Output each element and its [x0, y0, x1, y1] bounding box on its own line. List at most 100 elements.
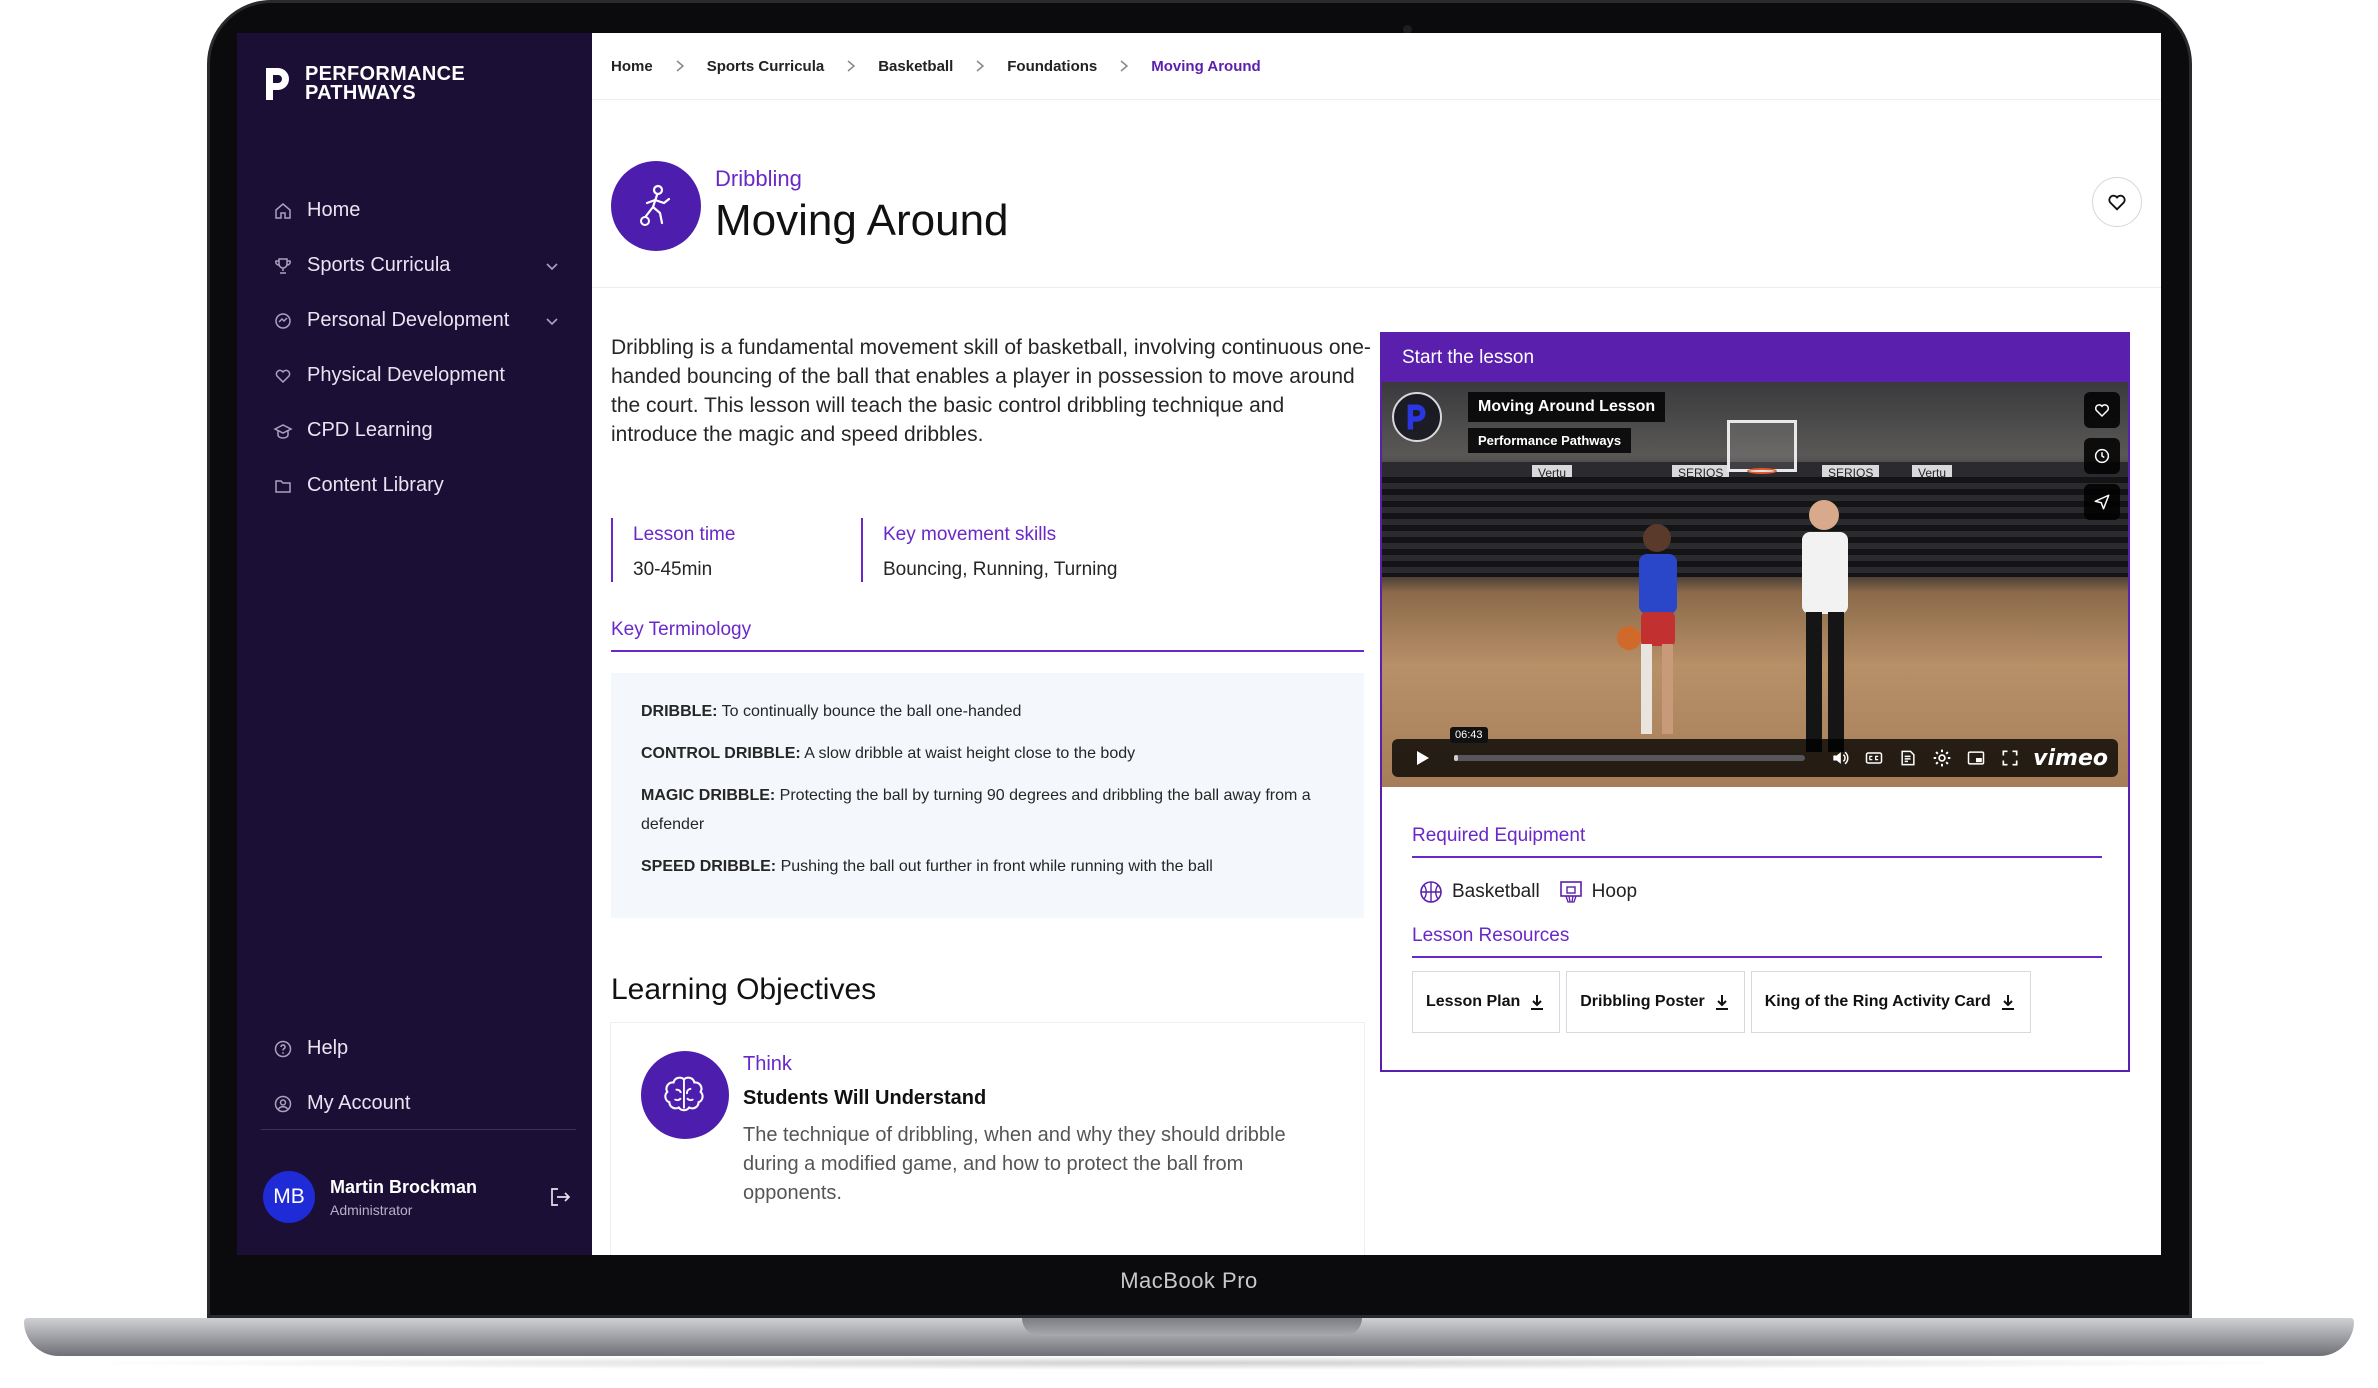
settings-gear-icon[interactable]	[1929, 745, 1955, 771]
video-byline[interactable]: Performance Pathways	[1468, 428, 1632, 453]
fullscreen-icon[interactable]	[1997, 745, 2023, 771]
term-text: Pushing the ball out further in front wh…	[780, 858, 1213, 875]
breadcrumb-item-sports-curricula[interactable]: Sports Curricula	[707, 58, 825, 75]
key-movement-skills: Key movement skills Bouncing, Running, T…	[861, 518, 1161, 582]
sidebar-item-label: Content Library	[307, 474, 444, 496]
transcript-icon[interactable]	[1895, 745, 1921, 771]
device-label: MacBook Pro	[1120, 1268, 1258, 1293]
sidebar-item-label: Home	[307, 199, 361, 221]
download-icon	[1999, 993, 2017, 1011]
favourite-button[interactable]	[2092, 177, 2142, 227]
equipment-item: Hoop	[1558, 879, 1637, 905]
sidebar-item-label: Personal Development	[307, 309, 510, 331]
lesson-header: Dribbling Moving Around	[592, 100, 2161, 288]
lesson-intro: Dribbling is a fundamental movement skil…	[611, 336, 1371, 446]
user-role: Administrator	[330, 1201, 413, 1218]
chevron-right-icon	[1117, 59, 1131, 73]
user-meta: Martin Brockman Administrator	[330, 1177, 547, 1218]
trophy-icon	[273, 256, 293, 276]
logout-icon[interactable]	[547, 1184, 573, 1210]
lesson-facts: Lesson time 30-45min Key movement skills…	[611, 518, 1161, 582]
channel-logo-icon[interactable]	[1392, 392, 1442, 442]
account-icon	[273, 1094, 293, 1114]
chevron-right-icon	[844, 59, 858, 73]
folder-icon	[273, 476, 293, 496]
term-key: SPEED DRIBBLE:	[641, 858, 777, 875]
resource-label: Lesson Plan	[1426, 993, 1521, 1010]
download-icon	[1528, 993, 1546, 1011]
resource-list: Lesson Plan Dribbling Poster King of the…	[1412, 971, 2031, 1033]
volume-icon[interactable]	[1827, 745, 1853, 771]
video-like-button[interactable]	[2084, 392, 2120, 428]
video-player[interactable]: Vertu SERIOS SERIOS Vertu Moving Around …	[1382, 382, 2128, 787]
brand-line-2: PATHWAYS	[305, 82, 416, 104]
player-figure	[1617, 524, 1677, 734]
chevron-down-icon[interactable]	[544, 313, 560, 329]
skills-value: Bouncing, Running, Turning	[883, 559, 1118, 580]
logo-mark-icon	[266, 68, 289, 100]
breadcrumb-item-home[interactable]: Home	[611, 58, 653, 75]
sidebar-item-physical-development[interactable]: Physical Development	[237, 348, 592, 403]
play-icon	[1417, 751, 1429, 765]
avatar[interactable]: MB	[263, 1171, 315, 1223]
skills-label: Key movement skills	[883, 524, 1057, 545]
hoop-backboard	[1727, 420, 1797, 472]
video-controls: 06:43 vimeo	[1392, 727, 2118, 777]
lesson-time-value: 30-45min	[633, 559, 713, 580]
start-lesson-header: Start the lesson	[1382, 334, 2128, 382]
sidebar-item-help[interactable]: Help	[237, 1021, 592, 1076]
sidebar-item-content-library[interactable]: Content Library	[237, 458, 592, 513]
chevron-down-icon[interactable]	[544, 258, 560, 274]
progress-bar[interactable]: 06:43	[1450, 727, 1806, 761]
laptop-shadow	[60, 1356, 2318, 1370]
coach-figure	[1802, 500, 1848, 752]
objective-card: Think Students Will Understand The techn…	[611, 1023, 1364, 1255]
send-icon	[2094, 494, 2110, 510]
help-icon	[273, 1039, 293, 1059]
play-button[interactable]	[1398, 743, 1446, 773]
screen: PERFORMANCE PATHWAYS Home Sports Curricu…	[237, 33, 2161, 1255]
sidebar-bottom-nav: Help My Account	[237, 1021, 592, 1131]
download-lesson-plan-button[interactable]: Lesson Plan	[1412, 971, 1561, 1033]
term-item: SPEED DRIBBLE: Pushing the ball out furt…	[641, 852, 1334, 881]
main-content: Home Sports Curricula Basketball Foundat…	[592, 33, 2161, 1255]
sidebar: PERFORMANCE PATHWAYS Home Sports Curricu…	[237, 33, 592, 1255]
captions-icon[interactable]	[1861, 745, 1887, 771]
sidebar-item-home[interactable]: Home	[237, 183, 592, 238]
vimeo-logo[interactable]: vimeo	[2033, 746, 2108, 771]
brand-logo[interactable]: PERFORMANCE PATHWAYS	[263, 64, 465, 104]
breadcrumb-item-foundations[interactable]: Foundations	[1007, 58, 1097, 75]
objective-heading: Students Will Understand	[743, 1087, 987, 1109]
page-title: Moving Around	[715, 196, 1009, 245]
equipment-label: Basketball	[1452, 881, 1540, 902]
lesson-time: Lesson time 30-45min	[611, 518, 861, 582]
hoop-icon	[1558, 879, 1584, 905]
term-key: CONTROL DRIBBLE:	[641, 745, 801, 762]
download-dribbling-poster-button[interactable]: Dribbling Poster	[1566, 971, 1745, 1033]
brand-name: PERFORMANCE PATHWAYS	[305, 64, 465, 104]
term-text: To continually bounce the ball one-hande…	[721, 703, 1022, 720]
sidebar-item-sports-curricula[interactable]: Sports Curricula	[237, 238, 592, 293]
laptop-notch	[1022, 1318, 1362, 1336]
learning-objectives-title: Learning Objectives	[611, 973, 877, 1006]
term-text: A slow dribble at waist height close to …	[804, 745, 1136, 762]
heart-icon	[2094, 404, 2110, 418]
picture-in-picture-icon[interactable]	[1963, 745, 1989, 771]
home-icon	[273, 201, 293, 221]
sidebar-item-personal-development[interactable]: Personal Development	[237, 293, 592, 348]
sidebar-item-my-account[interactable]: My Account	[237, 1076, 592, 1131]
resource-label: Dribbling Poster	[1580, 993, 1705, 1010]
hoop-ring	[1747, 468, 1777, 474]
breadcrumb-item-basketball[interactable]: Basketball	[878, 58, 953, 75]
heart-icon	[273, 366, 293, 386]
sidebar-item-label: My Account	[307, 1092, 411, 1114]
watch-later-button[interactable]	[2084, 438, 2120, 474]
term-key: MAGIC DRIBBLE:	[641, 787, 776, 804]
video-title[interactable]: Moving Around Lesson	[1468, 392, 1666, 422]
term-key: DRIBBLE:	[641, 703, 718, 720]
share-button[interactable]	[2084, 484, 2120, 520]
sidebar-item-cpd-learning[interactable]: CPD Learning	[237, 403, 592, 458]
equipment-label: Hoop	[1591, 881, 1638, 902]
download-activity-card-button[interactable]: King of the Ring Activity Card	[1750, 971, 2031, 1033]
basketball-icon	[1418, 879, 1444, 905]
